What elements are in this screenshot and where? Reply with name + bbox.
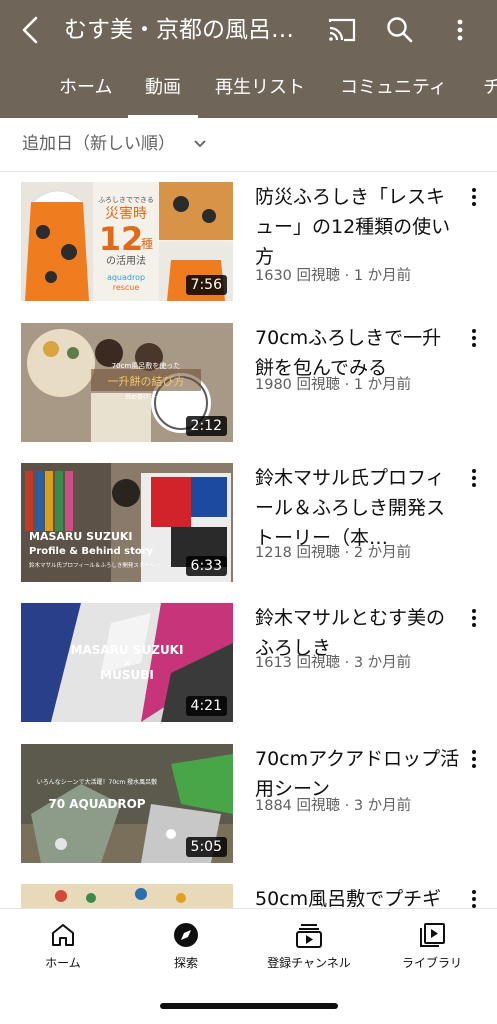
video-duration: 6:33 <box>185 556 227 576</box>
search-button[interactable] <box>384 14 416 46</box>
video-item[interactable]: 70cm風呂敷を使った 一升餅の結び方 斜め掛けタイプ 2:12 70cmふろし… <box>0 323 497 463</box>
video-duration: 7:56 <box>185 275 227 295</box>
video-duration: 2:12 <box>185 416 227 436</box>
thumb-caption: 70cm風呂敷を使った <box>112 361 181 370</box>
video-thumbnail[interactable]: いろんなシーンで大活躍！70cm 撥水風呂敷 70 AQUADROP 5:05 <box>21 744 233 863</box>
video-title[interactable]: 防災ふろしき「レスキュー」の12種類の使い方 <box>255 182 460 272</box>
thumb-caption: 種 <box>141 237 153 251</box>
tab-community[interactable]: コミュニティ <box>340 76 447 100</box>
thumb-caption: 12 <box>99 220 144 258</box>
thumb-caption: 斜め掛けタイプ <box>125 393 167 401</box>
video-meta: 1630 回視聴 · 1 か月前 <box>255 268 412 284</box>
nav-home[interactable]: ホーム <box>8 921 118 985</box>
nav-label: 探索 <box>173 956 198 970</box>
video-thumbnail[interactable]: ふろしきでできる 災害時 12 種 の活用法 aquadrop rescue 7… <box>21 182 233 301</box>
channel-header: むす美・京都の風呂… ホーム 動画 再生リスト コミュニティ チ <box>0 0 497 118</box>
home-icon <box>52 924 74 946</box>
top-app-bar: むす美・京都の風呂… <box>0 0 497 62</box>
video-duration: 4:21 <box>185 696 227 716</box>
nav-library[interactable]: ライブラリ <box>377 921 487 985</box>
tab-videos[interactable]: 動画 <box>145 76 181 100</box>
video-thumbnail[interactable]: MASARU SUZUKI Profile & Behind story 鈴木マ… <box>21 463 233 582</box>
thumb-caption: MASARU SUZUKI <box>29 530 133 543</box>
nav-explore[interactable]: 探索 <box>131 921 241 985</box>
nav-label: ライブラリ <box>401 956 462 970</box>
nav-label: 登録チャンネル <box>267 956 351 970</box>
video-duration: 5:05 <box>185 837 227 857</box>
nav-label: ホーム <box>45 956 81 970</box>
home-indicator <box>160 1003 338 1009</box>
video-title[interactable]: 70cmふろしきで一升餅を包んでみる <box>255 323 460 383</box>
back-arrow-icon <box>22 16 38 44</box>
thumbnail-image <box>21 884 233 908</box>
thumb-caption: rescue <box>113 283 140 292</box>
video-meta: 1884 回視聴 · 3 か月前 <box>255 798 412 814</box>
video-item[interactable]: MASARU SUZUKI Profile & Behind story 鈴木マ… <box>0 463 497 603</box>
thumb-caption: Profile & Behind story <box>29 546 154 557</box>
channel-tabs: ホーム 動画 再生リスト コミュニティ チ <box>0 62 497 118</box>
video-more-icon[interactable] <box>466 748 482 770</box>
sort-selector[interactable]: 追加日（新しい順） <box>0 118 497 172</box>
thumb-caption: aquadrop <box>107 273 145 282</box>
thumb-caption: ふろしきでできる <box>98 196 154 204</box>
video-title[interactable]: 50cm風呂敷でプチギ <box>255 884 460 908</box>
video-item[interactable]: ふろしきでできる 災害時 12 種 の活用法 aquadrop rescue 7… <box>0 182 497 322</box>
subscriptions-icon <box>296 924 322 948</box>
more-options-button[interactable] <box>446 14 474 46</box>
video-item[interactable]: MASARU SUZUKI × MUSUBI 4:21 鈴木マサルとむす美のふろ… <box>0 603 497 743</box>
cast-button[interactable] <box>326 14 358 46</box>
video-more-icon[interactable] <box>466 186 482 208</box>
thumb-caption: MASARU SUZUKI <box>71 643 184 657</box>
cast-icon <box>328 18 356 42</box>
video-item[interactable]: 50cm風呂敷でプチギ <box>0 884 497 908</box>
thumb-caption: 鈴木マサル氏プロフィール＆ふろしき開発ストーリー <box>29 561 161 569</box>
video-title[interactable]: 鈴木マサル氏プロフィール＆ふろしき開発ストーリー（本… <box>255 463 460 553</box>
video-thumbnail[interactable] <box>21 884 233 908</box>
thumb-caption: いろんなシーンで大活躍！70cm 撥水風呂敷 <box>37 778 157 786</box>
video-thumbnail[interactable]: MASARU SUZUKI × MUSUBI 4:21 <box>21 603 233 722</box>
video-more-icon[interactable] <box>466 467 482 489</box>
thumb-caption: 一升餅の結び方 <box>108 374 185 388</box>
chevron-down-icon <box>194 140 206 148</box>
video-more-icon[interactable] <box>466 888 482 908</box>
tab-home[interactable]: ホーム <box>59 76 112 100</box>
thumb-caption: 70 AQUADROP <box>48 797 145 811</box>
video-title[interactable]: 70cmアクアドロップ活用シーン <box>255 744 460 804</box>
sort-label: 追加日（新しい順） <box>22 134 175 154</box>
thumb-caption: の活用法 <box>106 254 146 267</box>
video-meta: 1218 回視聴 · 2 か月前 <box>255 545 412 561</box>
more-vertical-icon <box>457 19 463 41</box>
video-meta: 1613 回視聴 · 3 か月前 <box>255 655 412 671</box>
video-more-icon[interactable] <box>466 607 482 629</box>
library-icon <box>420 923 445 947</box>
channel-title: むす美・京都の風呂… <box>64 17 294 43</box>
back-button[interactable] <box>14 12 50 48</box>
tab-channels[interactable]: チ <box>483 76 497 100</box>
video-meta: 1980 回視聴 · 1 か月前 <box>255 377 412 393</box>
video-thumbnail[interactable]: 70cm風呂敷を使った 一升餅の結び方 斜め掛けタイプ 2:12 <box>21 323 233 442</box>
compass-icon <box>174 923 198 947</box>
video-more-icon[interactable] <box>466 327 482 349</box>
nav-subscriptions[interactable]: 登録チャンネル <box>254 921 364 985</box>
search-icon <box>387 17 413 43</box>
video-item[interactable]: いろんなシーンで大活躍！70cm 撥水風呂敷 70 AQUADROP 5:05 … <box>0 744 497 884</box>
tab-playlists[interactable]: 再生リスト <box>215 76 305 100</box>
thumb-caption: MUSUBI <box>100 668 154 682</box>
